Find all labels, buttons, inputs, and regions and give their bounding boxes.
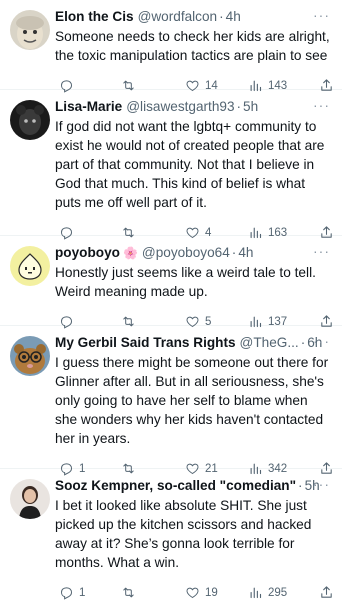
timestamp[interactable]: 5h [243, 98, 258, 116]
tweet-text: I guess there might be someone out there… [55, 355, 329, 446]
tweet-text: I bet it looked like absolute SHIT. She … [55, 498, 312, 570]
display-name[interactable]: Sooz Kempner, so-called "comedian" [55, 477, 296, 495]
timestamp[interactable]: 4h [226, 8, 241, 26]
flower-emoji: 🌸 [122, 246, 138, 260]
separator: · [231, 245, 237, 260]
more-icon[interactable]: ··· [313, 334, 330, 348]
bottom-nav-edge [0, 594, 342, 600]
tweet[interactable]: ··· Sooz Kempner, so-called "comedian" ·… [0, 469, 342, 600]
more-icon[interactable]: ··· [313, 244, 330, 258]
avatar[interactable] [10, 10, 50, 50]
display-name[interactable]: poyoboyo [55, 244, 120, 262]
tweet-text: If god did not want the lgbtq+ community… [55, 119, 325, 210]
tweet-text: Someone needs to check her kids are alri… [55, 29, 330, 63]
user-handle[interactable]: @TheG... [240, 334, 299, 352]
separator: · [300, 335, 306, 350]
tweet[interactable]: ··· Lisa-Marie @lisawestgarth93 · 5h If … [0, 90, 342, 240]
tweet-header: poyoboyo 🌸 @poyoboyo64 · 4h [55, 244, 332, 262]
more-icon[interactable]: ··· [313, 477, 330, 491]
tweet-header: My Gerbil Said Trans Rights @TheG... · 6… [55, 334, 332, 352]
avatar[interactable] [10, 336, 50, 376]
more-icon[interactable]: ··· [313, 98, 330, 112]
avatar[interactable] [10, 479, 50, 519]
display-name[interactable]: My Gerbil Said Trans Rights [55, 334, 236, 352]
separator: · [298, 478, 303, 493]
avatar[interactable] [10, 246, 50, 286]
separator: · [219, 9, 224, 24]
user-handle[interactable]: @lisawestgarth93 [126, 98, 234, 116]
tweet[interactable]: ··· poyoboyo 🌸 @poyoboyo64 · 4h Honestly… [0, 236, 342, 329]
tweet-text: Honestly just seems like a weird tale to… [55, 265, 316, 299]
tweet[interactable]: ··· Elon the Cis @wordfalcon · 4h Someon… [0, 0, 342, 93]
separator: · [236, 99, 242, 114]
user-handle[interactable]: @poyoboyo64 [142, 244, 230, 262]
timestamp[interactable]: 4h [238, 244, 253, 262]
tweet[interactable]: ··· My Gerbil Said Trans Rights @TheG...… [0, 326, 342, 476]
display-name[interactable]: Lisa-Marie [55, 98, 122, 116]
user-handle[interactable]: @wordfalcon [138, 8, 218, 26]
tweet-header: Sooz Kempner, so-called "comedian" · 5h [55, 477, 332, 495]
tweet-header: Lisa-Marie @lisawestgarth93 · 5h [55, 98, 332, 116]
more-icon[interactable]: ··· [313, 8, 330, 22]
tweet-header: Elon the Cis @wordfalcon · 4h [55, 8, 332, 26]
display-name[interactable]: Elon the Cis [55, 8, 134, 26]
timeline-feed: ··· Elon the Cis @wordfalcon · 4h Someon… [0, 0, 342, 600]
avatar[interactable] [10, 100, 50, 140]
